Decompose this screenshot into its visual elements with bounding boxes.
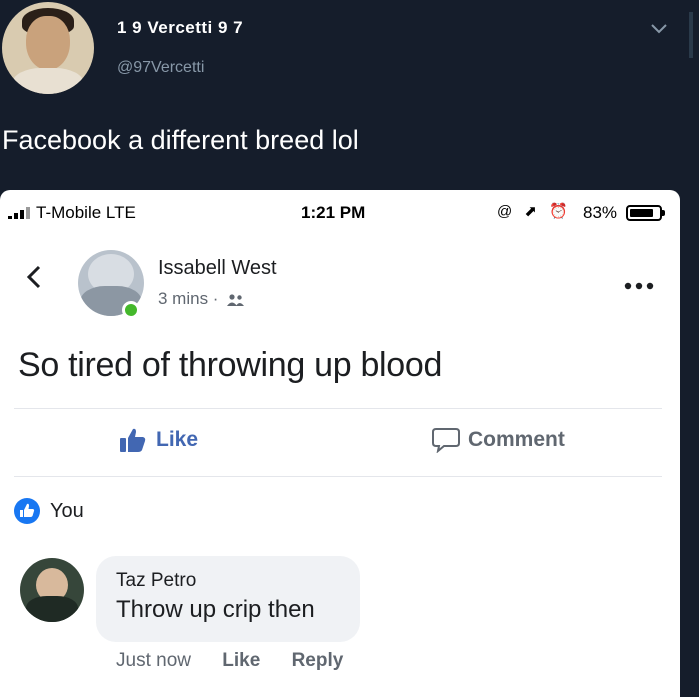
battery-fill xyxy=(630,209,654,217)
signal-icon xyxy=(8,207,30,219)
reaction-label: You xyxy=(50,499,84,522)
online-status-dot xyxy=(122,301,140,319)
like-label: Like xyxy=(156,428,199,451)
tweet-handle[interactable]: @97Vercetti xyxy=(117,59,204,77)
commenter-name[interactable]: Taz Petro xyxy=(116,570,196,592)
post-timestamp: 3 mins · xyxy=(158,289,219,308)
commenter-avatar[interactable] xyxy=(20,558,84,622)
comment-bubble: Taz Petro Throw up crip then xyxy=(96,556,360,642)
comment-reply-link[interactable]: Reply xyxy=(292,650,344,671)
post-meta: 3 mins · xyxy=(158,289,245,309)
like-button[interactable]: Like xyxy=(120,426,198,454)
scroll-edge-marker xyxy=(689,12,693,58)
comment-like-link[interactable]: Like xyxy=(222,650,260,671)
status-icons: @ ⬈ ⏰ xyxy=(497,203,572,220)
battery-nub xyxy=(662,210,665,216)
divider xyxy=(14,408,662,409)
facebook-screenshot: T-Mobile LTE 1:21 PM @ ⬈ ⏰ 83% Issabell … xyxy=(0,190,680,697)
tweet-display-name[interactable]: 1 9 Vercetti 9 7 xyxy=(117,18,243,38)
carrier-label: T-Mobile LTE xyxy=(36,203,136,222)
thumbs-up-icon xyxy=(20,503,35,517)
more-options-icon[interactable] xyxy=(624,282,654,290)
friends-icon xyxy=(227,293,245,306)
reaction-summary[interactable]: You xyxy=(14,498,84,524)
comment-label: Comment xyxy=(468,428,565,451)
battery-icon xyxy=(626,205,665,221)
comment-timestamp: Just now xyxy=(116,650,191,671)
comment-bubble-icon xyxy=(432,428,460,453)
like-reaction-icon xyxy=(14,498,40,524)
avatar-face xyxy=(26,16,70,70)
divider xyxy=(14,476,662,477)
back-chevron-icon[interactable] xyxy=(26,264,42,290)
clock: 1:21 PM xyxy=(301,203,366,222)
comment-button[interactable]: Comment xyxy=(432,426,565,454)
thumbs-up-icon xyxy=(120,428,146,452)
comment-text: Throw up crip then xyxy=(116,596,315,623)
chevron-down-icon[interactable] xyxy=(650,20,668,38)
tweet-author-avatar[interactable] xyxy=(2,2,94,94)
avatar-shirt xyxy=(12,68,84,94)
status-bar: T-Mobile LTE 1:21 PM @ ⬈ ⏰ 83% xyxy=(0,190,680,236)
post-text: So tired of throwing up blood xyxy=(18,346,443,384)
tweet-text: Facebook a different breed lol xyxy=(2,125,359,155)
battery-percent: 83% xyxy=(583,203,618,222)
avatar-shape xyxy=(26,596,78,622)
post-author-name[interactable]: Issabell West xyxy=(158,257,277,280)
comment-actions: Just now Like Reply xyxy=(116,650,369,672)
